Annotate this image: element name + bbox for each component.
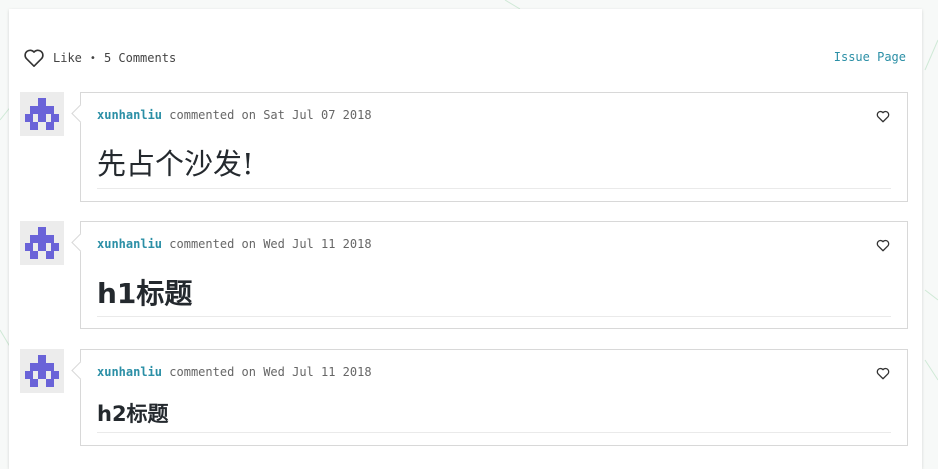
- comment-body: 先占个沙发!: [97, 147, 254, 181]
- comment-author[interactable]: xunhanliu: [97, 108, 162, 122]
- comment-bubble: xunhanliu commented on Sat Jul 07 2018 先…: [80, 92, 908, 202]
- avatar[interactable]: [20, 92, 64, 136]
- comment-divider: [97, 316, 891, 317]
- comment-date: Sat Jul 07 2018: [263, 108, 372, 122]
- comment-heading-h1: h1标题: [97, 277, 193, 310]
- comment-date: Wed Jul 11 2018: [263, 365, 372, 379]
- heart-outline-icon[interactable]: [876, 110, 890, 123]
- comment-divider: [97, 188, 891, 189]
- comment-verb: commented on: [169, 108, 256, 122]
- separator-dot: •: [89, 52, 96, 64]
- comments-header: Like • 5 Comments: [23, 47, 176, 69]
- avatar[interactable]: [20, 221, 64, 265]
- comment-verb: commented on: [169, 365, 256, 379]
- comment-verb: commented on: [169, 237, 256, 251]
- avatar[interactable]: [20, 349, 64, 393]
- comment-meta: xunhanliu commented on Wed Jul 11 2018: [97, 365, 372, 379]
- heart-outline-icon[interactable]: [876, 367, 890, 380]
- like-label[interactable]: Like: [53, 51, 82, 65]
- comments-count: 5 Comments: [103, 51, 177, 65]
- comment-meta: xunhanliu commented on Sat Jul 07 2018: [97, 108, 372, 122]
- comment-bubble: xunhanliu commented on Wed Jul 11 2018 h…: [80, 349, 908, 446]
- heart-outline-icon[interactable]: [23, 48, 45, 68]
- issue-page-link[interactable]: Issue Page: [834, 50, 906, 64]
- comment-heading-h2: h2标题: [97, 402, 169, 426]
- heart-outline-icon[interactable]: [876, 239, 890, 252]
- comment-divider: [97, 432, 891, 433]
- comment-bubble: xunhanliu commented on Wed Jul 11 2018 h…: [80, 221, 908, 329]
- comment-meta: xunhanliu commented on Wed Jul 11 2018: [97, 237, 372, 251]
- comments-card: Like • 5 Comments Issue Page xunhanliu c…: [9, 9, 922, 469]
- comment-author[interactable]: xunhanliu: [97, 365, 162, 379]
- comment-date: Wed Jul 11 2018: [263, 237, 372, 251]
- comment-author[interactable]: xunhanliu: [97, 237, 162, 251]
